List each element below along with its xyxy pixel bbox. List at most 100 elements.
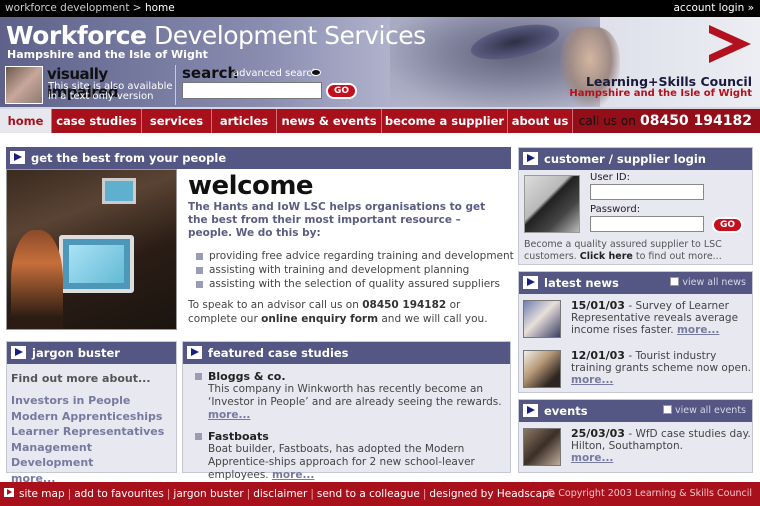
account-login-link[interactable]: account login » [673,0,754,17]
supplier-click-here-link[interactable]: Click here [580,251,633,262]
footer-separator: | [67,488,72,500]
nav-become-supplier[interactable]: become a supplier [382,109,508,133]
case-study-item: Fastboats Boat builder, Fastboats, has a… [195,430,505,482]
arrow-icon [10,151,25,164]
list-item: providing free advice regarding training… [196,249,514,263]
events-panel-header: events view all events [519,400,752,422]
footer-separator: | [422,488,427,500]
news-text: 12/01/03 - Tourist industry training gra… [571,350,756,387]
welcome-intro: The Hants and IoW LSC helps organisation… [188,201,486,239]
login-note: Become a quality assured supplier to LSC… [524,239,754,263]
lsc-logo-icon [709,25,751,63]
best-panel-header: get the best from your people [6,147,511,169]
nav-articles[interactable]: articles [212,109,277,133]
jargon-links: Investors in People Modern Apprenticeshi… [11,393,176,486]
jargon-lead: Find out more about... [11,372,151,385]
phone-number: 08450 194182 [639,113,752,129]
news-panel: latest news view all news 15/01/03 - Sur… [518,271,753,393]
jargon-link[interactable]: Learner Representatives [11,425,164,438]
search-go-button[interactable]: GO [326,83,357,99]
case-studies-panel: featured case studies Bloggs & co. This … [182,341,511,481]
case-study-title[interactable]: Fastboats [195,430,505,443]
password-field[interactable] [590,216,704,232]
breadcrumb-current: home [144,2,175,14]
view-all-news-link[interactable]: view all news [670,272,746,294]
case-study-more-link[interactable]: more... [208,409,250,421]
breadcrumb-parent[interactable]: workforce development [5,2,129,14]
footer-link-disclaimer[interactable]: disclaimer [253,488,307,500]
event-date: 25/03/03 [571,427,625,440]
jargon-panel: jargon buster Find out more about... Inv… [6,341,177,485]
main-nav: home case studies services articles news… [0,107,760,133]
arrow-icon [187,346,202,359]
site-title[interactable]: Workforce Development Services [6,21,426,50]
case-study-description: This company in Winkworth has recently b… [195,383,505,422]
login-panel-header: customer / supplier login [519,148,752,170]
footer-link-jargon-buster[interactable]: jargon buster [173,488,243,500]
welcome-photo-monitor [59,235,134,293]
advanced-search-link[interactable]: advanced search [233,68,318,79]
jargon-link[interactable]: Modern Apprenticeships [11,410,162,423]
footer-link-site-map[interactable]: site map [19,488,65,500]
visually-impaired-description: This site is also available in a text on… [48,81,173,102]
welcome-photo-monitor-back [102,178,136,204]
case-study-more-link[interactable]: more... [272,469,314,481]
event-more-link[interactable]: more... [571,452,613,464]
welcome-title: welcome [188,171,314,201]
news-thumbnail [523,300,561,338]
event-text: 25/03/03 - WfD case studies day. Hilton,… [571,427,756,465]
footer-separator: | [166,488,171,500]
news-more-link[interactable]: more... [571,374,613,386]
footer-link-headscape[interactable]: designed by Headscape [429,488,555,500]
user-id-field[interactable] [590,184,704,200]
cta-phone: 08450 194182 [362,299,447,311]
case-study-text: Boat builder, Fastboats, has adopted the… [208,443,475,481]
login-go-button[interactable]: GO [712,217,743,233]
footer-link-send-colleague[interactable]: send to a colleague [317,488,420,500]
list-item: assisting with training and development … [196,263,514,277]
visually-impaired-link[interactable]: visually impaired This site is also avai… [0,64,174,107]
site-header: Workforce Development Services Hampshire… [0,17,760,107]
view-all-events-link[interactable]: view all events [662,400,746,422]
view-all-icon [662,405,672,414]
events-panel: events view all events 25/03/03 - WfD ca… [518,399,753,473]
nav-news-events[interactable]: news & events [277,109,382,133]
nav-about-us[interactable]: about us [508,109,573,133]
welcome-photo [6,169,177,330]
footer-separator: | [246,488,251,500]
case-study-description: Boat builder, Fastboats, has adopted the… [195,443,505,482]
case-studies-panel-header: featured case studies [183,342,510,364]
case-study-text: This company in Winkworth has recently b… [208,383,502,408]
search-input[interactable] [182,82,322,99]
arrow-icon [11,346,26,359]
jargon-link[interactable]: Investors in People [11,394,130,407]
site-subtitle: Hampshire and the Isle of Wight [7,48,208,61]
footer-links: site map | add to favourites | jargon buster… [19,484,555,504]
copyright: © Copyright 2003 Learning & Skills Counc… [545,488,752,499]
site-title-rest: Development Services [153,21,426,50]
nav-home[interactable]: home [0,109,52,133]
login-note-after: to find out more... [635,251,722,262]
nav-case-studies[interactable]: case studies [52,109,142,133]
nav-services[interactable]: services [142,109,212,133]
online-enquiry-link[interactable]: online enquiry form [261,313,378,325]
arrow-icon [523,404,538,417]
eye-icon [311,69,321,76]
lsc-name: Learning+Skills Council [585,74,752,89]
news-more-link[interactable]: more... [677,324,719,336]
news-text: 15/01/03 - Survey of Learner Representat… [571,299,756,337]
news-date: 15/01/03 [571,299,625,312]
lsc-region: Hampshire and the Isle of Wight [569,88,752,99]
case-study-title[interactable]: Bloggs & co. [195,370,505,383]
news-panel-title: latest news [544,276,619,290]
login-panel: customer / supplier login User ID: Passw… [518,147,753,265]
welcome-list: providing free advice regarding training… [196,249,514,291]
case-studies-panel-title: featured case studies [208,346,349,360]
footer-link-favourites[interactable]: add to favourites [74,488,164,500]
jargon-link[interactable]: Management Development [11,441,93,470]
list-item: Investors in People [11,393,176,409]
view-all-icon [670,277,680,286]
list-item: Management Development [11,440,176,471]
login-photo [524,175,580,233]
list-item: Modern Apprenticeships [11,409,176,425]
